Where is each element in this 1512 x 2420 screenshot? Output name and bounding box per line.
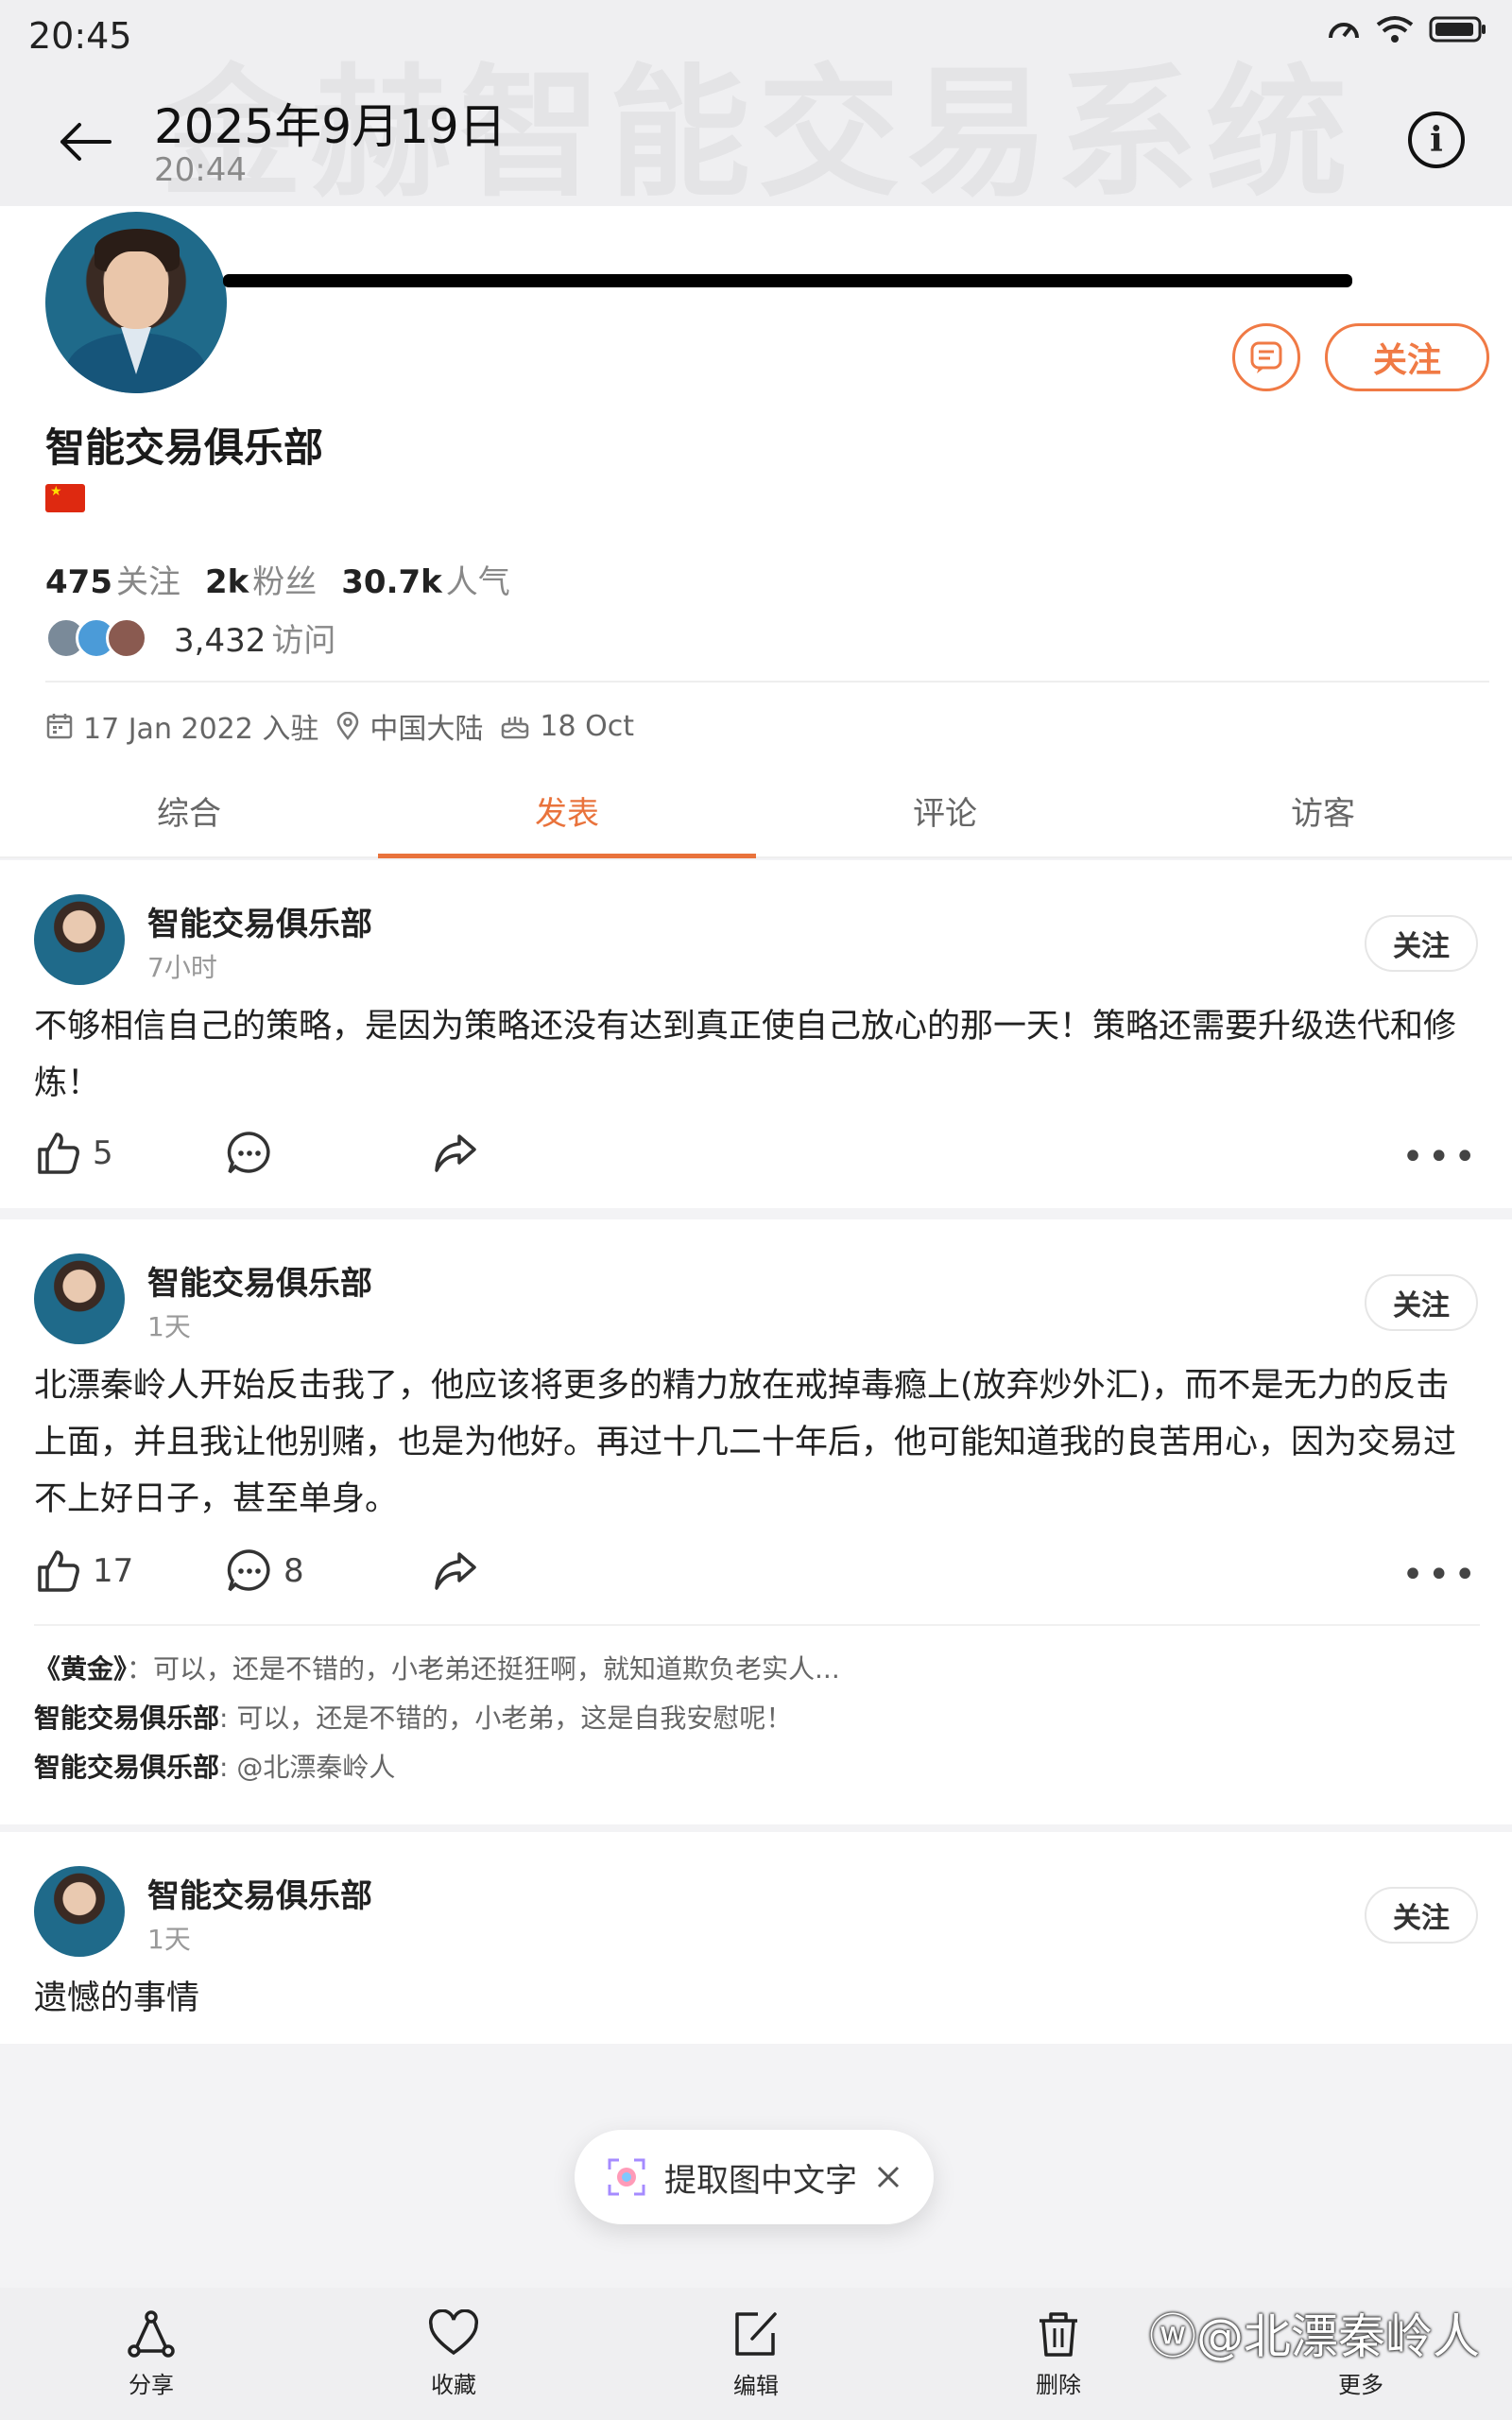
post-follow-button[interactable]: 关注 [1365,1274,1478,1331]
stat-following[interactable]: 475 关注 [45,556,180,602]
close-icon[interactable] [874,2163,902,2191]
post-text: 遗憾的事情 [34,1979,200,2017]
tab-comments[interactable]: 评论 [756,764,1134,856]
location-text: 中国大陆 [369,713,484,746]
comment-preview-list[interactable]: 《黄金》：可以，还是不错的，小老弟还挺狂啊，就知道欺负老实人... 智能交易俱乐… [34,1624,1480,1792]
visit-count: 3,432 [174,622,266,660]
message-button[interactable] [1232,323,1300,391]
share-action[interactable]: 分享 [0,2288,302,2420]
share-arrow-icon [435,1552,476,1590]
profile-tabs: 综合 发表 评论 访客 [0,764,1512,858]
post-more-button[interactable]: ••• [1401,1556,1480,1594]
extract-text-pill[interactable]: 提取图中文字 [575,2130,934,2224]
post-actions: 5 ••• [34,1129,1480,1185]
comment-button[interactable] [225,1129,274,1178]
like-button[interactable]: 5 [34,1129,113,1178]
text-scan-icon [608,2158,645,2196]
calendar-icon [46,714,73,739]
weibo-watermark: ⓦ@北漂秦岭人 [1149,2309,1480,2364]
thumbs-up-icon [38,1132,79,1174]
extract-text-label: 提取图中文字 [664,2161,857,2200]
edit-action[interactable]: 编辑 [605,2288,907,2420]
comment-icon [227,1132,270,1174]
location-icon [337,712,359,740]
photo-time: 20:44 [154,151,247,189]
birthday-cake-icon [502,717,529,739]
info-icon: i [1430,120,1443,160]
post-time: 7小时 [147,952,217,983]
joined-date: 17 Jan 2022 入驻 [83,713,319,746]
post-author-avatar[interactable] [34,1253,125,1344]
status-bar-icons [1327,15,1487,43]
divider [45,681,1489,683]
share-button[interactable] [431,1129,480,1178]
battery-icon [1429,16,1486,43]
back-button[interactable] [47,104,123,180]
stat-fans[interactable]: 2k 粉丝 [205,556,317,602]
comment-preview[interactable]: 智能交易俱乐部: @北漂秦岭人 [34,1743,1480,1792]
post-time: 1天 [147,1311,191,1342]
trash-icon [1040,2311,1077,2357]
edit-icon [735,2311,777,2356]
like-count: 17 [93,1552,134,1590]
comment-preview[interactable]: 《黄金》：可以，还是不错的，小老弟还挺狂啊，就知道欺负老实人... [34,1645,1480,1694]
post-card[interactable]: 智能交易俱乐部 7小时 关注 不够相信自己的策略，是因为策略还没有达到真正使自己… [0,860,1512,1208]
thumbs-up-icon [38,1550,79,1592]
tab-posts[interactable]: 发表 [378,764,756,858]
post-follow-button[interactable]: 关注 [1365,1887,1478,1944]
post-author-name[interactable]: 智能交易俱乐部 [147,898,372,944]
profile-stats: 475 关注 2k 粉丝 30.7k 人气 [45,556,510,602]
profile-meta: 17 Jan 2022 入驻 中国大陆 18 Oct [45,705,634,747]
heart-icon [429,2308,478,2355]
follow-button[interactable]: 关注 [1325,323,1489,391]
arrow-left-icon [60,123,112,161]
post-time: 1天 [147,1924,191,1955]
photo-viewer-header: 金赫智能交易系统 20:45 2025年9月19日 20:44 i [0,0,1512,206]
post-more-button[interactable]: ••• [1401,1138,1480,1176]
post-follow-button[interactable]: 关注 [1365,915,1478,972]
share-arrow-icon [435,1134,476,1172]
share-button[interactable] [431,1547,480,1596]
comment-button[interactable]: 8 [225,1547,304,1596]
like-button[interactable]: 17 [34,1547,133,1596]
profile-name: 智能交易俱乐部 [45,424,324,471]
birthday-text: 18 Oct [540,709,634,743]
status-bar-time: 20:45 [28,15,132,57]
comment-preview[interactable]: 智能交易俱乐部: 可以，还是不错的，小老弟，这是自我安慰呢！ [34,1694,1480,1743]
weibo-logo-icon: ⓦ [1149,2309,1196,2364]
profile-header: 关注 智能交易俱乐部 ★ 475 关注 2k 粉丝 30.7k 人气 3,432 访问 … [0,206,1512,858]
post-text: 不够相信自己的策略，是因为策略还没有达到真正使自己放心的那一天！策略还需要升级迭… [34,1008,1457,1102]
post-text: 北漂秦岭人开始反击我了，他应该将更多的精力放在戒掉毒瘾上(放弃炒外汇)，而不是无… [34,1367,1457,1518]
post-card[interactable]: 智能交易俱乐部 1天 关注 遗憾的事情 [0,1832,1512,2044]
post-author-avatar[interactable] [34,894,125,985]
visitor-avatar [106,616,147,659]
photo-date: 2025年9月19日 [154,99,507,154]
message-icon [1250,341,1282,373]
post-author-avatar[interactable] [34,1866,125,1957]
like-count: 5 [93,1134,113,1172]
profile-avatar[interactable] [45,212,227,393]
comment-count: 8 [284,1552,304,1590]
redaction-line [223,274,1352,287]
china-flag-icon: ★ [45,484,85,512]
speed-icon [1329,23,1359,39]
tab-overview[interactable]: 综合 [0,764,378,856]
visit-label: 访问 [271,622,336,660]
tab-visitors[interactable]: 访客 [1134,764,1512,856]
post-actions: 17 8 ••• [34,1547,1480,1603]
comment-icon [227,1549,270,1592]
post-card[interactable]: 智能交易俱乐部 1天 关注 北漂秦岭人开始反击我了，他应该将更多的精力放在戒掉毒… [0,1219,1512,1824]
stat-popularity: 30.7k 人气 [341,563,510,601]
visitor-summary[interactable]: 3,432 访问 [45,614,335,661]
favorite-action[interactable]: 收藏 [302,2288,605,2420]
post-author-name[interactable]: 智能交易俱乐部 [147,1257,372,1304]
wifi-icon [1376,16,1414,43]
info-button[interactable]: i [1408,112,1465,168]
share-icon [128,2309,175,2358]
post-author-name[interactable]: 智能交易俱乐部 [147,1870,372,1916]
